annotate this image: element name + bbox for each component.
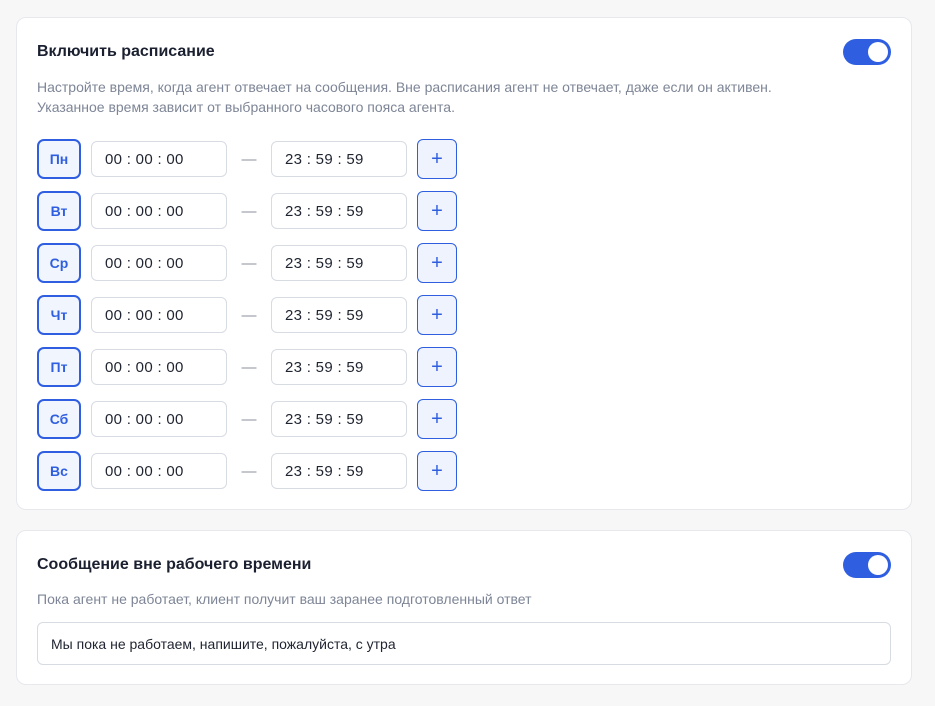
offhours-title: Сообщение вне рабочего времени	[37, 556, 312, 573]
range-dash: —	[241, 306, 257, 324]
schedule-toggle[interactable]	[843, 39, 891, 65]
end-time-input[interactable]: 23 : 59 : 59	[271, 297, 407, 333]
start-time-input[interactable]: 00 : 00 : 00	[91, 453, 227, 489]
start-time-input[interactable]: 00 : 00 : 00	[91, 297, 227, 333]
offhours-description: Пока агент не работает, клиент получит в…	[37, 591, 532, 607]
day-button-sun[interactable]: Вс	[37, 451, 81, 491]
start-time-input[interactable]: 00 : 00 : 00	[91, 401, 227, 437]
range-dash: —	[241, 358, 257, 376]
day-rows: Пн 00 : 00 : 00 — 23 : 59 : 59 + Вт 00 :…	[37, 139, 457, 503]
day-row-fri: Пт 00 : 00 : 00 — 23 : 59 : 59 +	[37, 347, 457, 387]
day-row-tue: Вт 00 : 00 : 00 — 23 : 59 : 59 +	[37, 191, 457, 231]
day-button-tue[interactable]: Вт	[37, 191, 81, 231]
end-time-input[interactable]: 23 : 59 : 59	[271, 349, 407, 385]
range-dash: —	[241, 410, 257, 428]
range-dash: —	[241, 150, 257, 168]
add-interval-button[interactable]: +	[417, 347, 457, 387]
day-row-wed: Ср 00 : 00 : 00 — 23 : 59 : 59 +	[37, 243, 457, 283]
end-time-input[interactable]: 23 : 59 : 59	[271, 401, 407, 437]
offhours-card: Сообщение вне рабочего времени Пока аген…	[16, 530, 912, 685]
range-dash: —	[241, 462, 257, 480]
end-time-input[interactable]: 23 : 59 : 59	[271, 453, 407, 489]
schedule-description: Настройте время, когда агент отвечает на…	[37, 77, 891, 117]
start-time-input[interactable]: 00 : 00 : 00	[91, 193, 227, 229]
day-button-thu[interactable]: Чт	[37, 295, 81, 335]
add-interval-button[interactable]: +	[417, 295, 457, 335]
day-button-sat[interactable]: Сб	[37, 399, 81, 439]
toggle-knob	[868, 555, 888, 575]
schedule-title: Включить расписание	[37, 43, 215, 60]
start-time-input[interactable]: 00 : 00 : 00	[91, 141, 227, 177]
day-button-mon[interactable]: Пн	[37, 139, 81, 179]
day-row-sat: Сб 00 : 00 : 00 — 23 : 59 : 59 +	[37, 399, 457, 439]
add-interval-button[interactable]: +	[417, 139, 457, 179]
schedule-header: Включить расписание	[37, 39, 891, 65]
add-interval-button[interactable]: +	[417, 191, 457, 231]
add-interval-button[interactable]: +	[417, 243, 457, 283]
day-row-sun: Вс 00 : 00 : 00 — 23 : 59 : 59 +	[37, 451, 457, 491]
schedule-card: Включить расписание Настройте время, ког…	[16, 17, 912, 510]
day-button-fri[interactable]: Пт	[37, 347, 81, 387]
add-interval-button[interactable]: +	[417, 451, 457, 491]
day-row-thu: Чт 00 : 00 : 00 — 23 : 59 : 59 +	[37, 295, 457, 335]
start-time-input[interactable]: 00 : 00 : 00	[91, 349, 227, 385]
start-time-input[interactable]: 00 : 00 : 00	[91, 245, 227, 281]
offhours-header: Сообщение вне рабочего времени	[37, 552, 891, 578]
toggle-knob	[868, 42, 888, 62]
day-row-mon: Пн 00 : 00 : 00 — 23 : 59 : 59 +	[37, 139, 457, 179]
schedule-description-line: Настройте время, когда агент отвечает на…	[37, 79, 772, 95]
range-dash: —	[241, 254, 257, 272]
add-interval-button[interactable]: +	[417, 399, 457, 439]
schedule-description-line: Указанное время зависит от выбранного ча…	[37, 99, 455, 115]
end-time-input[interactable]: 23 : 59 : 59	[271, 245, 407, 281]
offhours-message-input[interactable]: Мы пока не работаем, напишите, пожалуйст…	[37, 622, 891, 665]
day-button-wed[interactable]: Ср	[37, 243, 81, 283]
range-dash: —	[241, 202, 257, 220]
end-time-input[interactable]: 23 : 59 : 59	[271, 141, 407, 177]
offhours-toggle[interactable]	[843, 552, 891, 578]
end-time-input[interactable]: 23 : 59 : 59	[271, 193, 407, 229]
